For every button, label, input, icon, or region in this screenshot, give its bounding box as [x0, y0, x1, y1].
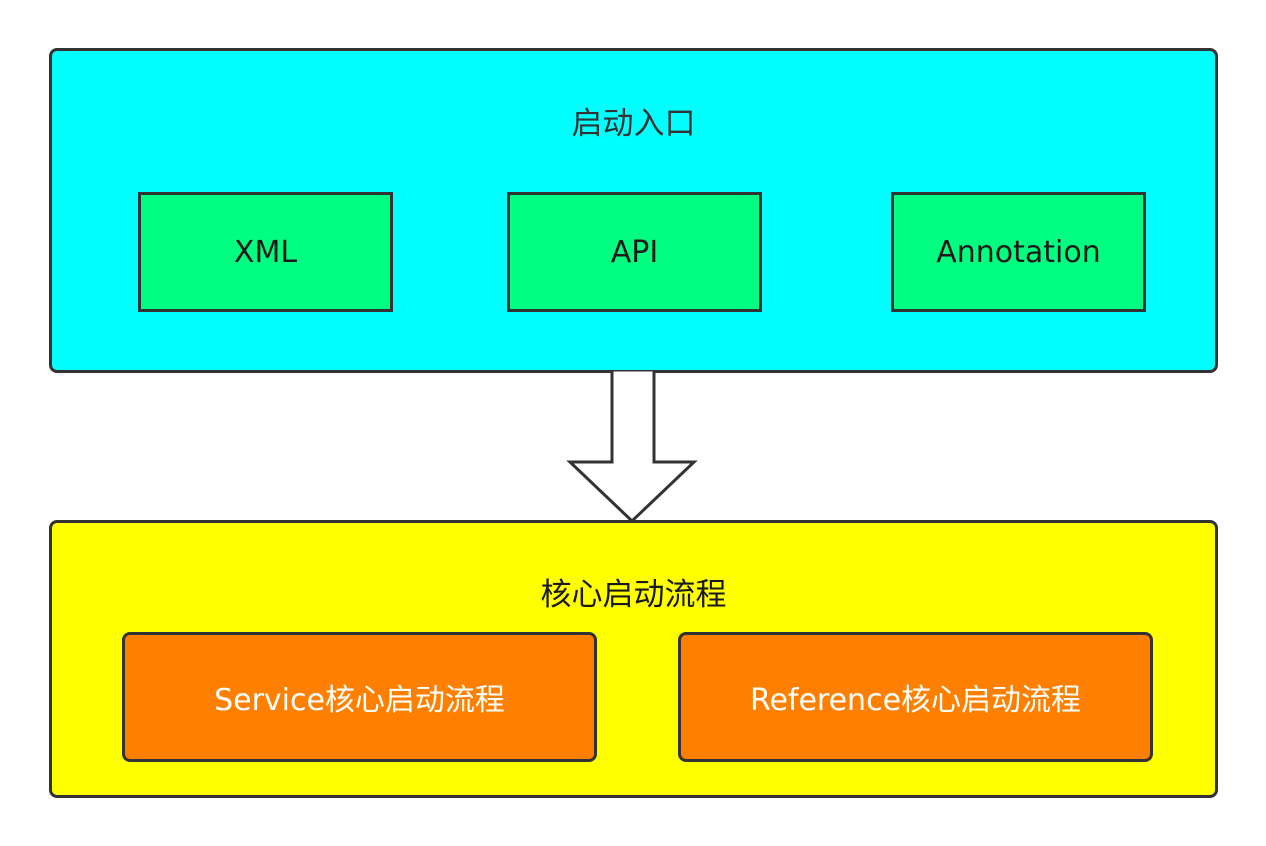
down-arrow-icon: [566, 370, 698, 524]
xml-box: XML: [138, 192, 393, 312]
api-box: API: [507, 192, 762, 312]
annotation-box: Annotation: [891, 192, 1146, 312]
core-panel-title: 核心启动流程: [540, 577, 727, 613]
core-panel: 核心启动流程 Service核心启动流程 Reference核心启动流程: [49, 520, 1218, 798]
entry-panel: 启动入口 XML API Annotation: [49, 48, 1218, 373]
entry-panel-title: 启动入口: [571, 106, 696, 142]
reference-core-box: Reference核心启动流程: [678, 632, 1153, 762]
service-core-box: Service核心启动流程: [122, 632, 597, 762]
